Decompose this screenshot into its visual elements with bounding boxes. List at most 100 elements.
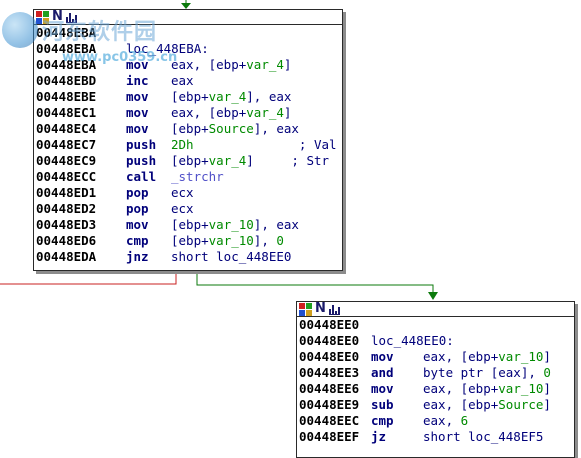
code-line[interactable]: 00448ED3 mov [ebp+var_10], eax bbox=[34, 217, 342, 233]
code-line[interactable]: 00448EE0 mov eax, [ebp+var_10] bbox=[297, 349, 574, 365]
operand-text: eax, [ebp+ bbox=[171, 57, 247, 72]
instruction-mnemonic: pop bbox=[126, 185, 149, 200]
operand-text: ], eax bbox=[246, 89, 292, 104]
operand-variable[interactable]: Source bbox=[209, 121, 254, 136]
code-line[interactable]: 00448EE3 and byte ptr [eax], 0 bbox=[297, 365, 574, 381]
operand-variable[interactable]: var_10 bbox=[498, 381, 543, 396]
operand-variable[interactable]: var_4 bbox=[209, 89, 247, 104]
operand-text: eax, [ebp+ bbox=[171, 105, 247, 120]
instruction-address: 00448EC9 bbox=[36, 153, 97, 168]
operand-variable[interactable]: var_10 bbox=[209, 217, 254, 232]
n-icon[interactable]: N bbox=[52, 10, 63, 24]
code-label[interactable]: loc_448EE0: bbox=[371, 333, 454, 348]
operand-number: 2Dh bbox=[171, 137, 194, 152]
instruction-address: 00448EE0 bbox=[299, 333, 360, 348]
operand-variable[interactable]: var_10 bbox=[209, 233, 254, 248]
code-line[interactable]: 00448EE0 bbox=[297, 317, 574, 333]
instruction-address: 00448ECC bbox=[36, 169, 97, 184]
instruction-mnemonic: mov bbox=[126, 217, 149, 232]
instruction-mnemonic: mov bbox=[371, 381, 394, 396]
operand-text: [ebp+ bbox=[171, 153, 209, 168]
instruction-address: 00448EE0 bbox=[299, 317, 360, 332]
operand-text: ], bbox=[253, 233, 277, 248]
operand-variable[interactable]: var_4 bbox=[246, 57, 284, 72]
code-line[interactable]: 00448EC4 mov [ebp+Source], eax bbox=[34, 121, 342, 137]
instruction-mnemonic: pop bbox=[126, 201, 149, 216]
bar-chart-icon[interactable] bbox=[328, 303, 340, 315]
instruction-address: 00448EBE bbox=[36, 89, 97, 104]
operand-text: ] ; Str bbox=[246, 153, 330, 168]
operand-text: byte ptr [eax], bbox=[423, 365, 544, 380]
instruction-address: 00448EBA bbox=[36, 57, 97, 72]
code-lines: 00448EE0 00448EE0 loc_448EE0: 00448EE0 mov ea… bbox=[297, 317, 574, 445]
operand-text: eax, [ebp+ bbox=[423, 381, 499, 396]
instruction-address: 00448EC4 bbox=[36, 121, 97, 136]
code-block-loc-448EBA[interactable]: N 00448EBA 00448EBA loc_448EBA: 00448EBA mov… bbox=[33, 9, 343, 271]
instruction-address: 00448EDA bbox=[36, 249, 97, 264]
n-icon[interactable]: N bbox=[315, 302, 326, 316]
instruction-mnemonic: mov bbox=[126, 89, 149, 104]
code-line[interactable]: 00448EE6 mov eax, [ebp+var_10] bbox=[297, 381, 574, 397]
operand-variable[interactable]: Source bbox=[498, 397, 543, 412]
instruction-mnemonic: jnz bbox=[126, 249, 149, 264]
instruction-mnemonic: mov bbox=[371, 349, 394, 364]
code-line[interactable]: 00448EC1 mov eax, [ebp+var_4] bbox=[34, 105, 342, 121]
instruction-mnemonic: inc bbox=[126, 73, 149, 88]
block-header[interactable]: N bbox=[34, 10, 342, 25]
operand-variable[interactable]: var_4 bbox=[246, 105, 284, 120]
instruction-address: 00448EE0 bbox=[299, 349, 360, 364]
operand-text: ] bbox=[283, 105, 292, 120]
operand-text: short loc_448EF5 bbox=[423, 429, 544, 444]
code-line[interactable]: 00448EBD inc eax bbox=[34, 73, 342, 89]
bar-chart-icon[interactable] bbox=[65, 11, 77, 23]
code-line[interactable]: 00448ED6 cmp [ebp+var_10], 0 bbox=[34, 233, 342, 249]
operand-number: 0 bbox=[543, 365, 551, 380]
instruction-address: 00448EE9 bbox=[299, 397, 360, 412]
code-line[interactable]: 00448EBA loc_448EBA: bbox=[34, 41, 342, 57]
code-line[interactable]: 00448ECC call _strchr bbox=[34, 169, 342, 185]
grid-icon[interactable] bbox=[36, 10, 49, 24]
instruction-mnemonic: jz bbox=[371, 429, 387, 444]
instruction-address: 00448ED1 bbox=[36, 185, 97, 200]
operand-function[interactable]: _strchr bbox=[171, 169, 224, 184]
code-line[interactable]: 00448EEF jz short loc_448EF5 bbox=[297, 429, 574, 445]
instruction-address: 00448EC7 bbox=[36, 137, 97, 152]
code-line[interactable]: 00448EDA jnz short loc_448EE0 bbox=[34, 249, 342, 265]
edge-true-branch bbox=[196, 270, 434, 293]
operand-variable[interactable]: var_4 bbox=[209, 153, 247, 168]
operand-text: ecx bbox=[171, 201, 194, 216]
code-line[interactable]: 00448ED2 pop ecx bbox=[34, 201, 342, 217]
code-label[interactable]: loc_448EBA: bbox=[126, 41, 209, 56]
instruction-mnemonic: mov bbox=[126, 121, 149, 136]
code-line[interactable]: 00448EBA bbox=[34, 25, 342, 41]
operand-text: ; Val bbox=[193, 137, 337, 152]
code-line[interactable]: 00448EBE mov [ebp+var_4], eax bbox=[34, 89, 342, 105]
code-line[interactable]: 00448EE9 sub eax, [ebp+Source] bbox=[297, 397, 574, 413]
operand-text: ] bbox=[543, 397, 551, 412]
instruction-address: 00448EC1 bbox=[36, 105, 97, 120]
operand-number: 0 bbox=[276, 233, 284, 248]
operand-text: [ebp+ bbox=[171, 233, 209, 248]
code-line[interactable]: 00448EC9 push [ebp+var_4] ; Str bbox=[34, 153, 342, 169]
code-line[interactable]: 00448EC7 push 2Dh ; Val bbox=[34, 137, 342, 153]
instruction-address: 00448EBD bbox=[36, 73, 97, 88]
instruction-address: 00448EE6 bbox=[299, 381, 360, 396]
edge-false-branch bbox=[0, 270, 177, 285]
code-line[interactable]: 00448EE0 loc_448EE0: bbox=[297, 333, 574, 349]
operand-text: eax, [ebp+ bbox=[423, 349, 499, 364]
operand-text: [ebp+ bbox=[171, 89, 209, 104]
edge-true-branch-arrow bbox=[428, 292, 438, 300]
grid-icon[interactable] bbox=[299, 302, 312, 316]
code-line[interactable]: 00448EBA mov eax, [ebp+var_4] bbox=[34, 57, 342, 73]
instruction-address: 00448ED2 bbox=[36, 201, 97, 216]
operand-text: ] bbox=[543, 349, 551, 364]
instruction-mnemonic: and bbox=[371, 365, 394, 380]
block-header[interactable]: N bbox=[297, 302, 574, 317]
code-block-loc-448EE0[interactable]: N 00448EE0 00448EE0 loc_448EE0: 00448EE0 mov… bbox=[296, 301, 575, 458]
code-line[interactable]: 00448EEC cmp eax, 6 bbox=[297, 413, 574, 429]
code-line[interactable]: 00448ED1 pop ecx bbox=[34, 185, 342, 201]
instruction-address: 00448EBA bbox=[36, 25, 97, 40]
operand-variable[interactable]: var_10 bbox=[498, 349, 543, 364]
operand-text: ], eax bbox=[253, 121, 299, 136]
instruction-address: 00448EEC bbox=[299, 413, 360, 428]
